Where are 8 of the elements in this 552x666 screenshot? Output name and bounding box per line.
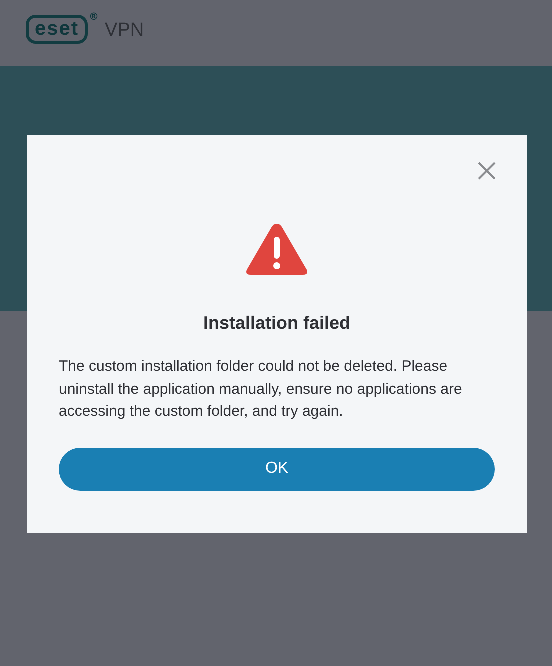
dialog-title: Installation failed xyxy=(203,313,351,334)
logo: eset xyxy=(26,15,88,44)
close-icon[interactable] xyxy=(477,161,497,181)
ok-button[interactable]: OK xyxy=(59,448,495,490)
dialog-message: The custom installation folder could not be deleted. Please uninstall the application manually, ensure no applications are accessing the custom folder, and try again. xyxy=(59,357,464,422)
registered-mark: ® xyxy=(89,12,100,23)
product-name: VPN xyxy=(105,20,144,42)
warning-icon xyxy=(245,221,309,277)
